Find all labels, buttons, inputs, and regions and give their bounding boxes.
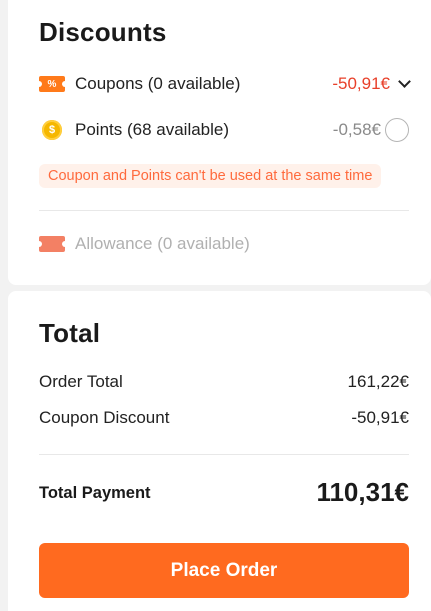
divider <box>39 454 409 455</box>
coupon-discount-value: -50,91€ <box>351 408 409 427</box>
total-payment-value: 110,31€ <box>316 477 409 507</box>
allowance-row: Allowance (0 available) <box>36 231 409 257</box>
discounts-title: Discounts <box>39 17 167 47</box>
place-order-button[interactable]: Place Order <box>39 543 409 598</box>
points-label: Points (68 available) <box>75 120 230 139</box>
total-payment-label: Total Payment <box>39 484 151 502</box>
coupons-label: Coupons (0 available) <box>75 74 241 93</box>
allowance-label: Allowance (0 available) <box>75 234 250 253</box>
total-title: Total <box>39 318 101 348</box>
total-card: Total Order Total 161,22€ Coupon Discoun… <box>8 291 431 611</box>
coupon-discount-row: Coupon Discount -50,91€ <box>39 405 409 431</box>
order-total-row: Order Total 161,22€ <box>39 369 409 395</box>
coupon-icon: % <box>36 76 68 92</box>
coin-icon: $ <box>42 120 62 140</box>
order-total-label: Order Total <box>39 372 123 391</box>
warning-message: Coupon and Points can't be used at the s… <box>39 164 382 188</box>
coupon-discount-label: Coupon Discount <box>39 408 170 427</box>
chevron-down-icon[interactable] <box>398 75 411 88</box>
points-value: -0,58€ <box>332 120 381 139</box>
divider <box>39 210 409 211</box>
points-row[interactable]: $ Points (68 available) -0,58€ <box>39 117 409 143</box>
allowance-icon <box>36 236 68 252</box>
coupons-row[interactable]: % Coupons (0 available) -50,91€ <box>36 71 411 97</box>
coupons-value: -50,91€ <box>332 74 390 93</box>
discounts-card: Discounts % Coupons (0 available) -50,91… <box>8 0 431 285</box>
points-radio[interactable] <box>385 118 409 142</box>
order-total-value: 161,22€ <box>347 372 409 391</box>
